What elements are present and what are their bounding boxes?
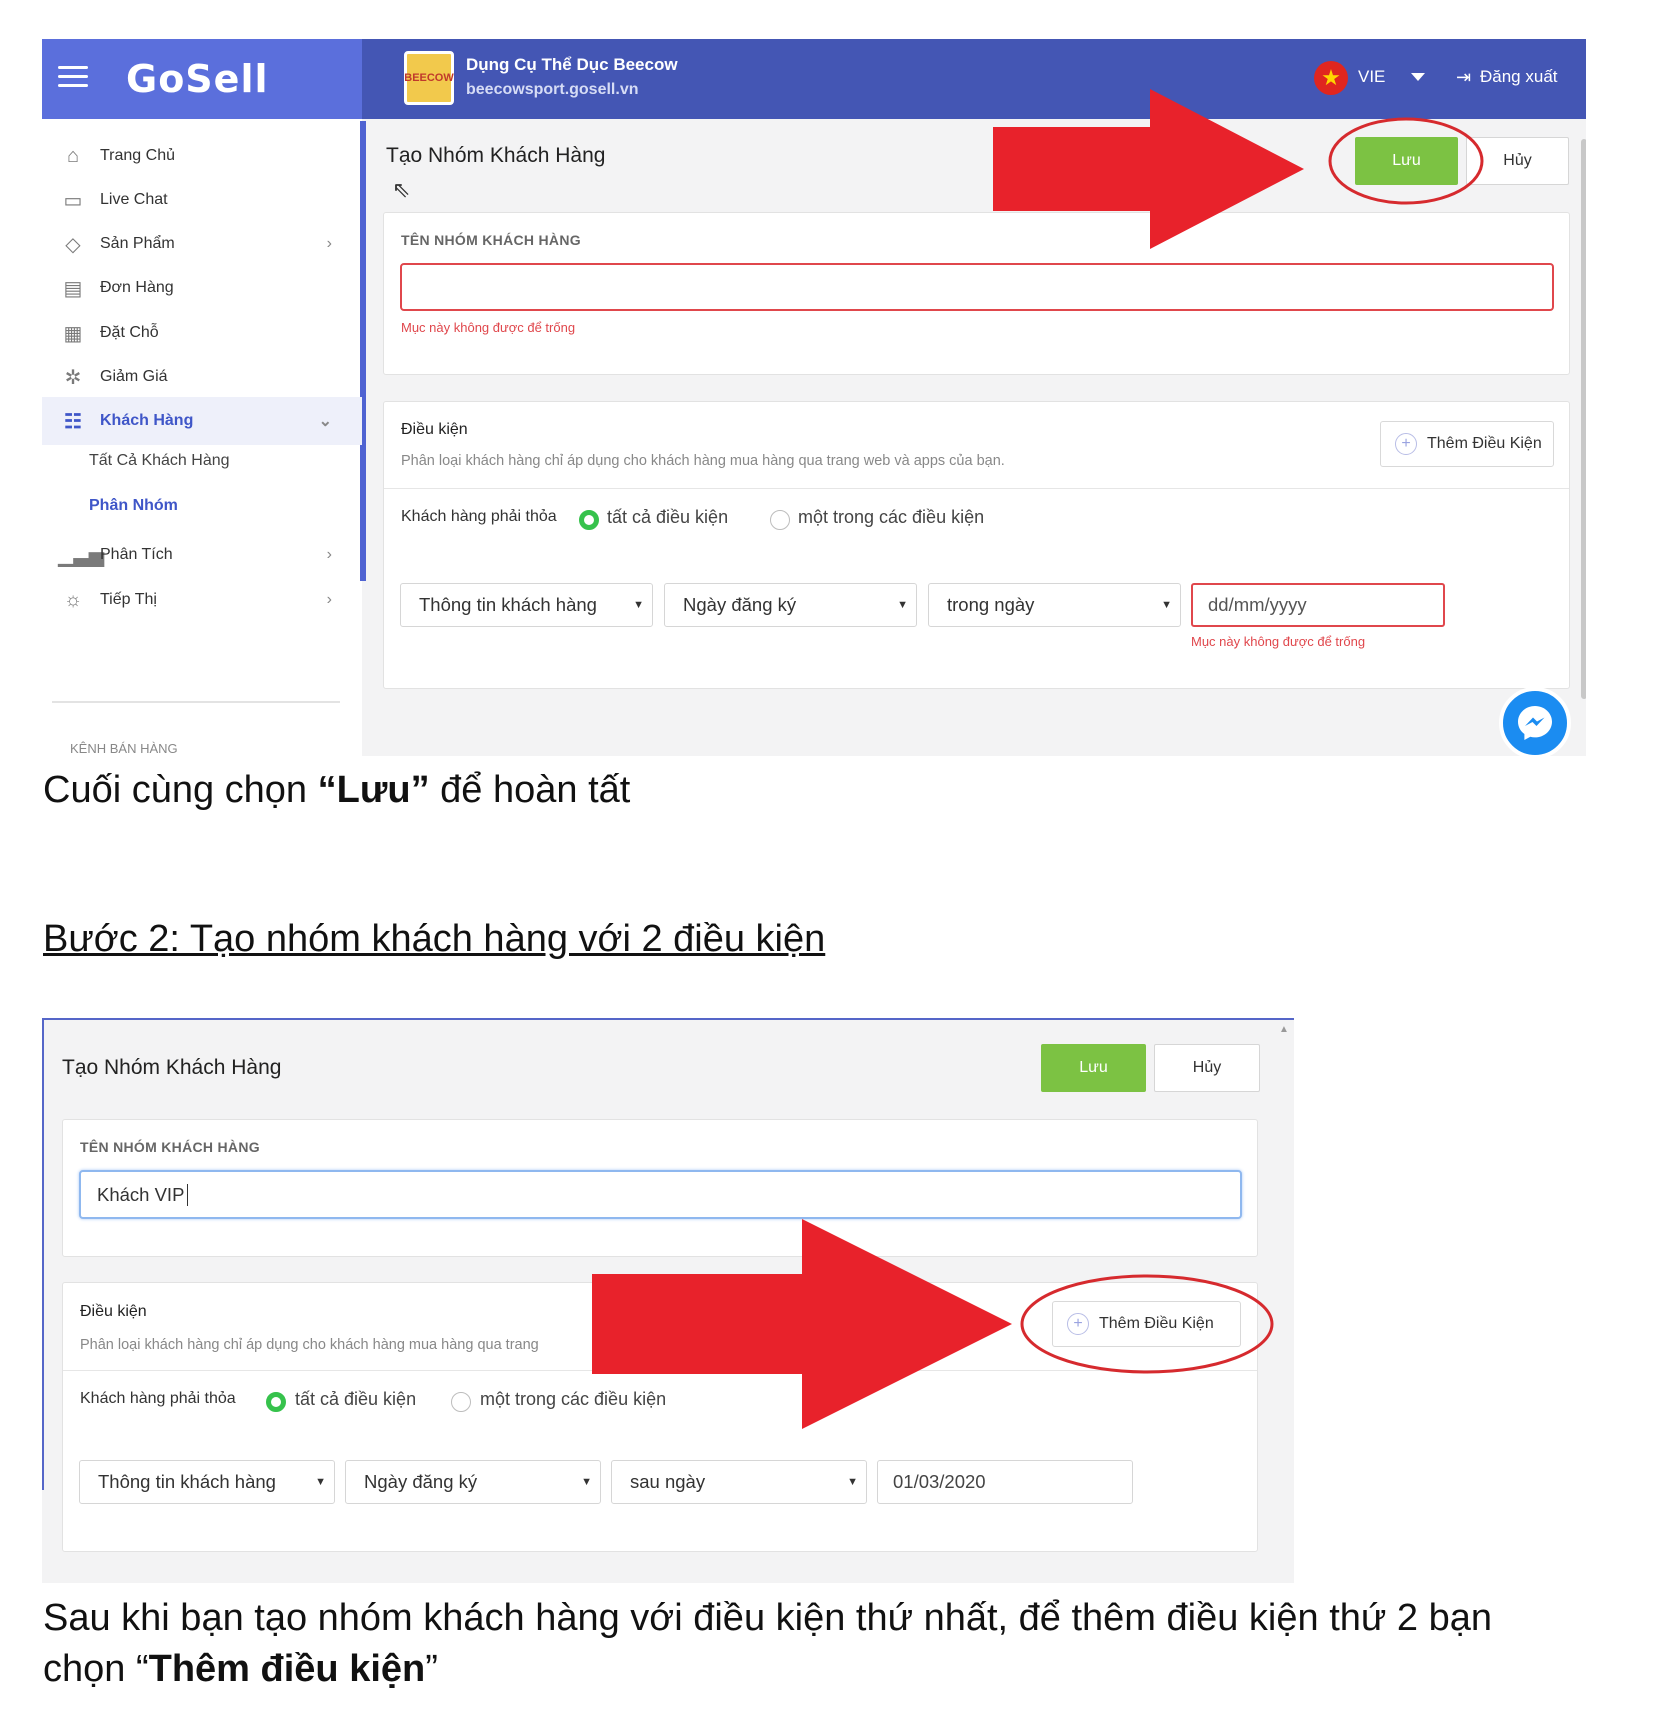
sidebar-item-customers[interactable]: ☷ Khách Hàng ⌄ xyxy=(42,397,362,445)
conditions-title: Điều kiện xyxy=(401,421,468,438)
chevron-right-icon: › xyxy=(326,546,332,563)
add-condition-button[interactable]: + Thêm Điều Kiện xyxy=(1380,421,1554,467)
sidebar-item-reservations[interactable]: ▦ Đặt Chỗ xyxy=(42,309,362,357)
home-icon: ⌂ xyxy=(66,144,80,167)
cancel-button[interactable]: Hủy xyxy=(1466,137,1569,185)
mouse-pointer-icon: ⇖ xyxy=(392,177,411,202)
gosell-logo[interactable]: GoSell xyxy=(126,57,269,101)
group-name-label: TÊN NHÓM KHÁCH HÀNG xyxy=(401,232,581,248)
condition-attribute-select[interactable]: Ngày đăng ký ▼ xyxy=(664,583,917,627)
caption-save: Cuối cùng chọn “Lưu” để hoàn tất xyxy=(43,769,631,811)
group-name-label: TÊN NHÓM KHÁCH HÀNG xyxy=(80,1139,260,1155)
divider xyxy=(384,488,1569,489)
sidebar-item-discounts[interactable]: ✲ Giảm Giá xyxy=(42,353,362,401)
chevron-down-icon: ⌄ xyxy=(318,413,332,430)
cancel-button[interactable]: Hủy xyxy=(1154,1044,1260,1092)
radio-any-condition[interactable] xyxy=(451,1392,471,1412)
sidebar-item-analytics[interactable]: ▁▃▅ Phân Tích › xyxy=(42,531,362,579)
condition-field-select[interactable]: Thông tin khách hàng ▼ xyxy=(79,1460,335,1504)
condition-date-input[interactable]: dd/mm/yyyy xyxy=(1191,583,1445,627)
match-label: Khách hàng phải thỏa xyxy=(401,508,557,525)
step-2-heading: Bước 2: Tạo nhóm khách hàng với 2 điều k… xyxy=(43,918,826,960)
dropdown-arrow-icon: ▼ xyxy=(315,1476,326,1488)
sidebar-item-live-chat[interactable]: ▭ Live Chat xyxy=(42,176,362,224)
radio-any-label: một trong các điều kiện xyxy=(480,1389,667,1409)
radio-any-label: một trong các điều kiện xyxy=(798,507,985,527)
sidebar-subitem-all-customers[interactable]: Tất Cả Khách Hàng xyxy=(89,452,230,470)
sidebar-item-orders[interactable]: ▤ Đơn Hàng xyxy=(42,264,362,312)
condition-attribute-select[interactable]: Ngày đăng ký ▼ xyxy=(345,1460,601,1504)
chevron-right-icon: › xyxy=(326,591,332,608)
condition-operator-select[interactable]: sau ngày ▼ xyxy=(611,1460,867,1504)
menu-icon[interactable] xyxy=(58,66,88,90)
save-button[interactable]: Lưu xyxy=(1041,1044,1146,1092)
scrollbar[interactable] xyxy=(1581,139,1586,699)
divider xyxy=(63,1370,1257,1371)
condition-field-select[interactable]: Thông tin khách hàng ▼ xyxy=(400,583,653,627)
store-url: beecowsport.gosell.vn xyxy=(466,81,639,98)
screenshot-save-group: GoSell BEECOW Dụng Cụ Thể Dục Beecow bee… xyxy=(42,39,1586,756)
text-caret xyxy=(187,1183,189,1206)
page-title: Tạo Nhóm Khách Hàng xyxy=(62,1056,282,1079)
radio-any-condition[interactable] xyxy=(770,510,790,530)
store-name: Dụng Cụ Thể Dục Beecow xyxy=(466,55,678,74)
save-button[interactable]: Lưu xyxy=(1355,137,1458,185)
dropdown-arrow-icon: ▼ xyxy=(847,1476,858,1488)
plus-circle-icon: + xyxy=(1395,433,1417,455)
screenshot-add-condition: Tạo Nhóm Khách Hàng Lưu Hủy ▲ TÊN NHÓM K… xyxy=(42,1018,1294,1583)
scroll-up-arrow-icon[interactable]: ▲ xyxy=(1279,1024,1289,1035)
dropdown-arrow-icon: ▼ xyxy=(897,599,908,611)
brand-area: GoSell xyxy=(42,39,362,119)
chevron-right-icon: › xyxy=(326,235,332,252)
plus-circle-icon: + xyxy=(1067,1313,1089,1335)
logout-link[interactable]: Đăng xuất xyxy=(1480,67,1558,87)
group-name-input[interactable]: Khách VIP xyxy=(79,1170,1242,1219)
radio-all-conditions[interactable] xyxy=(579,510,599,530)
conditions-description: Phân loại khách hàng chỉ áp dụng cho khá… xyxy=(80,1337,539,1353)
logout-icon[interactable]: ⇥ xyxy=(1456,67,1471,88)
dropdown-arrow-icon: ▼ xyxy=(633,599,644,611)
radio-all-conditions[interactable] xyxy=(266,1392,286,1412)
tag-icon: ◇ xyxy=(65,233,81,256)
conditions-description: Phân loại khách hàng chỉ áp dụng cho khá… xyxy=(401,453,1005,469)
condition-operator-select[interactable]: trong ngày ▼ xyxy=(928,583,1181,627)
top-bar: GoSell BEECOW Dụng Cụ Thể Dục Beecow bee… xyxy=(42,39,1586,119)
chevron-down-icon[interactable] xyxy=(1411,73,1425,81)
caption-add-condition-line2: chọn “Thêm điều kiện” xyxy=(43,1648,438,1690)
caption-add-condition-line1: Sau khi bạn tạo nhóm khách hàng với điều… xyxy=(43,1597,1492,1639)
lightbulb-icon: ☼ xyxy=(63,588,83,611)
users-icon: ☷ xyxy=(64,410,82,433)
left-border xyxy=(42,1020,44,1490)
dropdown-arrow-icon: ▼ xyxy=(581,1476,592,1488)
language-selector[interactable]: VIE xyxy=(1358,67,1385,87)
condition-date-input[interactable]: 01/03/2020 xyxy=(877,1460,1133,1504)
messenger-icon xyxy=(1518,706,1552,740)
sidebar-subitem-segments[interactable]: Phân Nhóm xyxy=(89,497,178,515)
dropdown-arrow-icon: ▼ xyxy=(1161,599,1172,611)
add-condition-button[interactable]: + Thêm Điều Kiện xyxy=(1052,1301,1241,1347)
receipt-icon: ▤ xyxy=(63,277,83,300)
date-error: Mục này không được để trống xyxy=(1191,634,1366,649)
chat-icon: ▭ xyxy=(63,189,83,212)
calendar-icon: ▦ xyxy=(63,322,83,345)
sidebar-item-home[interactable]: ⌂ Trang Chủ xyxy=(42,132,362,180)
sidebar-item-marketing[interactable]: ☼ Tiếp Thị › xyxy=(42,576,362,624)
radio-all-label: tất cả điều kiện xyxy=(295,1389,417,1409)
sidebar-divider xyxy=(52,701,340,703)
conditions-title: Điều kiện xyxy=(80,1303,147,1320)
sidebar-section-label: KÊNH BÁN HÀNG xyxy=(70,741,178,756)
messenger-chat-button[interactable] xyxy=(1499,687,1571,756)
group-name-error: Mục này không được để trống xyxy=(401,320,576,335)
discount-icon: ✲ xyxy=(64,366,82,389)
vietnam-flag-icon[interactable]: ★ xyxy=(1314,61,1348,95)
analytics-icon: ▁▃▅ xyxy=(58,544,105,567)
match-label: Khách hàng phải thỏa xyxy=(80,1390,236,1407)
page-title: Tạo Nhóm Khách Hàng xyxy=(386,144,606,167)
group-name-input[interactable] xyxy=(400,263,1554,311)
radio-all-label: tất cả điều kiện xyxy=(607,507,729,527)
store-logo: BEECOW xyxy=(404,51,454,105)
sidebar-item-products[interactable]: ◇ Sản Phẩm › xyxy=(42,220,362,268)
